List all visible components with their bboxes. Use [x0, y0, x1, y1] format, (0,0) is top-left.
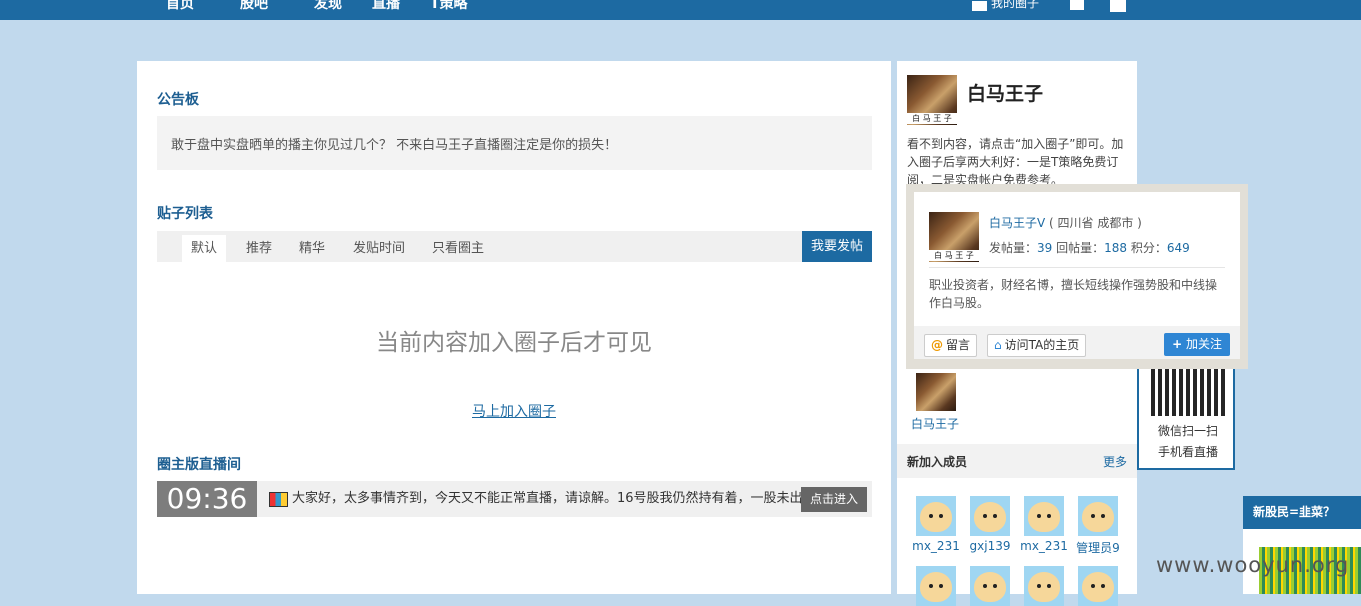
- member-item[interactable]: 管理员9: [1070, 496, 1126, 556]
- member-item[interactable]: [1016, 566, 1072, 606]
- visit-homepage-label: 访问TA的主页: [1004, 338, 1080, 352]
- posts-count: 39: [1037, 241, 1053, 255]
- new-members-header: 新加入成员 更多: [897, 444, 1137, 478]
- nav-guba[interactable]: 股吧: [240, 0, 268, 13]
- popup-location: ( 四川省 成都市 ): [1049, 216, 1142, 230]
- popup-bio: 职业投资者，财经名博，擅长短线操作强势股和中线操作白马股。: [929, 278, 1218, 310]
- qr-line1: 微信扫一扫: [1157, 424, 1218, 438]
- nav-live[interactable]: 直播: [372, 0, 400, 13]
- member-item[interactable]: [908, 566, 964, 606]
- tab-featured[interactable]: 精华: [290, 235, 334, 262]
- member-avatar: [1024, 496, 1064, 536]
- tab-owner-only[interactable]: 只看圈主: [423, 235, 493, 262]
- help-icon[interactable]: [1110, 0, 1126, 12]
- member-avatar: [970, 496, 1010, 536]
- popup-footer: @ 留言 ⌂ 访问TA的主页 + 加关注: [914, 326, 1240, 359]
- popup-name-row: 白马王子V ( 四川省 成都市 ): [989, 214, 1142, 231]
- tab-post-time[interactable]: 发贴时间: [344, 235, 414, 262]
- live-time: 09:36: [157, 481, 257, 517]
- member-name: mx_231: [1020, 539, 1068, 553]
- posts-label: 发帖量：: [989, 241, 1038, 255]
- member-name: 管理员9: [1076, 541, 1120, 555]
- leave-message-label: 留言: [946, 338, 971, 352]
- member-name: mx_231: [912, 539, 960, 553]
- leave-message-button[interactable]: @ 留言: [924, 334, 978, 357]
- locked-message: 当前内容加入圈子后才可见: [376, 330, 652, 356]
- home-icon: [972, 0, 987, 11]
- member-avatar: [1078, 566, 1118, 606]
- wechat-qr-box: 微信扫一扫 手机看直播: [1137, 356, 1235, 470]
- follow-button[interactable]: + 加关注: [1164, 333, 1230, 356]
- tv-icon: [269, 491, 288, 507]
- follow-label: 加关注: [1185, 337, 1222, 351]
- owner-avatar[interactable]: 白 马 王 子: [907, 75, 957, 125]
- member-avatar: [1078, 496, 1118, 536]
- user-card: 白 马 王 子 白马王子V ( 四川省 成都市 ) 发帖量：39 回帖量：188…: [914, 192, 1240, 359]
- main-panel: 公告板 敢于盘中实盘晒单的播主你见过几个？ 不来白马王子直播圈注定是你的损失！ …: [137, 61, 891, 594]
- my-circle-label: 我的圈子: [991, 0, 1040, 10]
- join-circle-label: 马上加入圈子: [472, 404, 556, 420]
- user-card-popup: 白 马 王 子 白马王子V ( 四川省 成都市 ) 发帖量：39 回帖量：188…: [906, 184, 1248, 369]
- my-circle-link[interactable]: 我的圈子: [972, 0, 1039, 11]
- avatar-caption: 白 马 王 子: [907, 113, 957, 124]
- bulletin-text: 敢于盘中实盘晒单的播主你见过几个？ 不来白马王子直播圈注定是你的损失！: [171, 137, 618, 153]
- new-investor-title: 新股民=韭菜？: [1243, 496, 1361, 529]
- house-icon: ⌂: [994, 338, 1002, 352]
- score-label: 积分：: [1130, 241, 1167, 255]
- live-bar: 09:36 大家好，太多事情齐到，今天又不能正常直播，请谅解。16号股我仍然持有…: [157, 481, 872, 517]
- member-item[interactable]: [962, 566, 1018, 606]
- join-circle-link[interactable]: 马上加入圈子: [137, 401, 891, 421]
- member-avatar: [916, 496, 956, 536]
- member-item[interactable]: mx_231: [1016, 496, 1072, 553]
- more-members-link[interactable]: 更多: [1103, 453, 1127, 470]
- live-message-text: 大家好，太多事情齐到，今天又不能正常直播，请谅解。16号股我仍然持有着，一股未出…: [292, 491, 829, 506]
- posts-title: 贴子列表: [157, 206, 213, 222]
- member-name: gxj139: [969, 539, 1011, 553]
- at-icon: @: [931, 338, 943, 352]
- member-item[interactable]: mx_231: [908, 496, 964, 553]
- plus-icon: +: [1172, 337, 1183, 351]
- owner-small-avatar[interactable]: [916, 373, 956, 411]
- score-value: 649: [1166, 241, 1190, 255]
- posts-tab-bar: 默认 推荐 精华 发贴时间 只看圈主 我要发帖: [157, 231, 872, 262]
- new-post-button[interactable]: 我要发帖: [802, 231, 872, 262]
- tab-recommended[interactable]: 推荐: [237, 235, 281, 262]
- bulletin-box: 敢于盘中实盘晒单的播主你见过几个？ 不来白马王子直播圈注定是你的损失！: [157, 116, 872, 170]
- replies-label: 回帖量：: [1056, 241, 1105, 255]
- visit-homepage-button[interactable]: ⌂ 访问TA的主页: [987, 334, 1087, 357]
- bulletin-title: 公告板: [157, 92, 199, 108]
- popup-stats: 发帖量：39 回帖量：188 积分：649: [989, 239, 1190, 256]
- replies-count: 188: [1104, 241, 1128, 255]
- nav-home[interactable]: 首页: [166, 0, 194, 13]
- new-members-title: 新加入成员: [907, 455, 968, 469]
- nav-discover[interactable]: 发现: [314, 0, 342, 13]
- top-nav-bar: 首页 股吧 发现 直播 T策略 我的圈子: [0, 0, 1361, 20]
- tab-default[interactable]: 默认: [182, 235, 227, 262]
- popup-avatar-caption: 白 马 王 子: [929, 250, 979, 261]
- owner-label[interactable]: 白马王子: [911, 415, 959, 432]
- watermark: www.wooyun.org: [1156, 553, 1350, 577]
- join-hint: 看不到内容，请点击“加入圈子”即可。加入圈子后享两大利好：一是T策略免费订阅，二…: [907, 137, 1124, 187]
- owner-name[interactable]: 白马王子: [967, 79, 1043, 106]
- enter-live-button[interactable]: 点击进入: [801, 487, 867, 512]
- nav-t-strategy[interactable]: T策略: [430, 0, 468, 13]
- qr-code: [1151, 366, 1227, 416]
- message-icon[interactable]: [1070, 0, 1084, 10]
- member-item[interactable]: gxj139: [962, 496, 1018, 553]
- popup-divider: [929, 267, 1225, 268]
- member-item[interactable]: [1070, 566, 1126, 606]
- qr-line2: 手机看直播: [1157, 445, 1218, 459]
- live-title: 圈主版直播间: [157, 457, 241, 473]
- popup-avatar[interactable]: 白 马 王 子: [929, 212, 979, 262]
- member-avatar: [1024, 566, 1064, 606]
- popup-name[interactable]: 白马王子V: [989, 216, 1045, 230]
- live-message: 大家好，太多事情齐到，今天又不能正常直播，请谅解。16号股我仍然持有着，一股未出…: [269, 481, 829, 517]
- new-investor-box[interactable]: 新股民=韭菜？: [1243, 496, 1361, 594]
- member-avatar: [970, 566, 1010, 606]
- member-avatar: [916, 566, 956, 606]
